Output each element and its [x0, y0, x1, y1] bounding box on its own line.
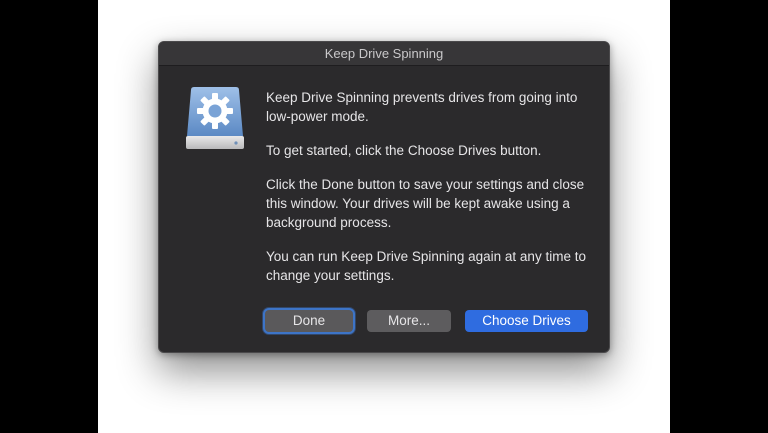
message-paragraph-rerun: You can run Keep Drive Spinning again at… [266, 249, 586, 283]
choose-drives-button[interactable]: Choose Drives [465, 310, 588, 332]
more-button[interactable]: More... [367, 310, 451, 332]
letterbox-left [0, 0, 98, 433]
done-button[interactable]: Done [265, 310, 353, 332]
message-paragraph-intro: Keep Drive Spinning prevents drives from… [266, 90, 578, 124]
letterbox-right [670, 0, 768, 433]
message-paragraph-get-started: To get started, click the Choose Drives … [266, 143, 542, 158]
dialog-message: Keep Drive Spinning prevents drives from… [266, 88, 596, 300]
title-bar[interactable]: Keep Drive Spinning [159, 42, 609, 66]
message-paragraph-done-info: Click the Done button to save your setti… [266, 177, 585, 230]
dialog-window: Keep Drive Spinning Keep Drive Spinning … [158, 41, 610, 353]
drive-gear-icon [185, 86, 245, 152]
window-title: Keep Drive Spinning [324, 46, 444, 61]
